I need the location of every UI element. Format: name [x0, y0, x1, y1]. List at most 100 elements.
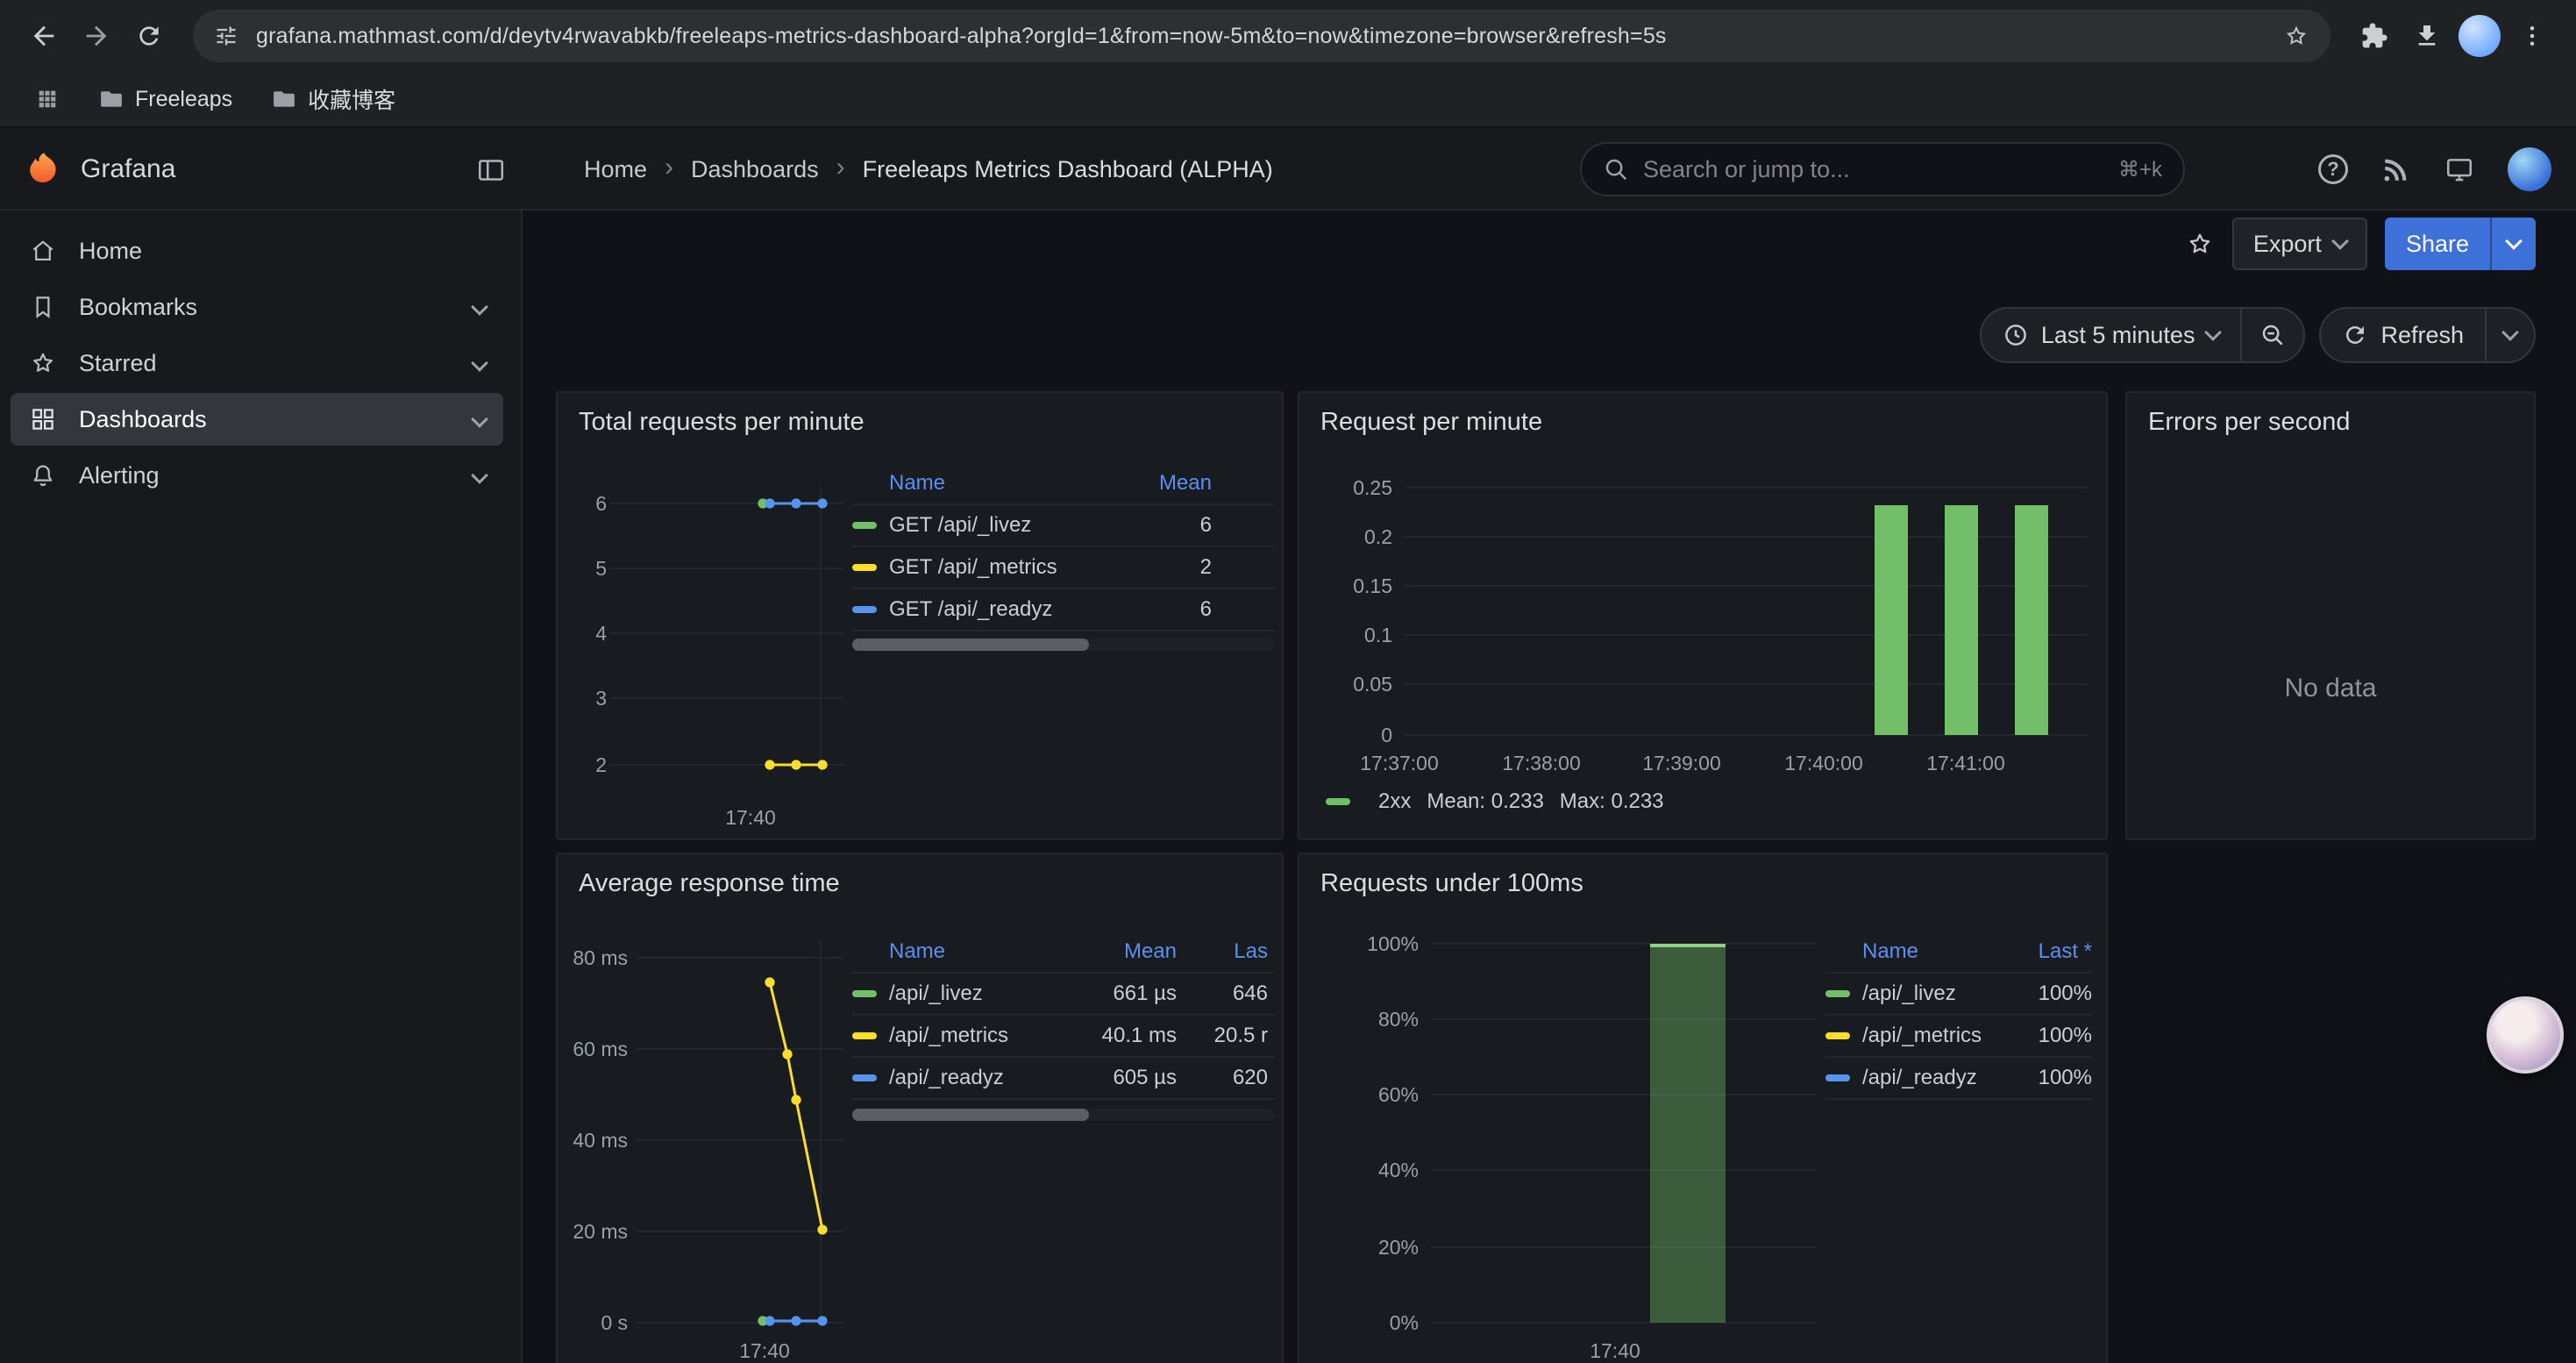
- browser-profile-button[interactable]: [2453, 10, 2506, 62]
- legend-scrollbar[interactable]: [852, 1109, 1275, 1121]
- series-color-swatch: [852, 522, 877, 529]
- sidebar-item-label: Alerting: [79, 462, 452, 489]
- floating-assistant-avatar[interactable]: [2487, 996, 2564, 1074]
- series-color-swatch: [852, 1032, 877, 1039]
- back-icon: [29, 21, 59, 51]
- panel-requests-under-100ms: Requests under 100ms 100% 80% 60% 40% 20…: [1298, 853, 2108, 1363]
- legend-col-name[interactable]: Name: [889, 939, 1047, 964]
- breadcrumb-separator: ›: [665, 154, 673, 181]
- url-text[interactable]: grafana.mathmast.com/d/deytv4rwavabkb/fr…: [256, 24, 2266, 49]
- legend-col-mean[interactable]: Mean: [1047, 939, 1177, 964]
- panel-title[interactable]: Average response time: [558, 854, 1282, 912]
- series-label[interactable]: /api/_livez: [889, 981, 1047, 1006]
- forward-button[interactable]: [70, 10, 123, 62]
- chevron-down-icon[interactable]: [471, 410, 488, 428]
- sidebar-toggle-button[interactable]: [470, 149, 512, 191]
- bookmark-icon: [28, 292, 58, 322]
- share-button[interactable]: Share: [2385, 218, 2490, 270]
- no-data-message: No data: [2127, 674, 2534, 703]
- help-button[interactable]: ?: [2318, 154, 2348, 184]
- app-body: Home Bookmarks Starred Dashboards Alerti…: [0, 211, 2576, 1363]
- star-icon: [28, 348, 58, 378]
- legend-col-name[interactable]: Name: [889, 471, 1089, 496]
- apps-shortcut[interactable]: [21, 82, 74, 117]
- series-label[interactable]: /api/_livez: [1862, 981, 2001, 1006]
- series-label[interactable]: GET /api/_metrics: [889, 555, 1089, 580]
- chevron-down-icon: [2205, 324, 2223, 341]
- search-input[interactable]: [1643, 156, 2104, 183]
- url-bar[interactable]: grafana.mathmast.com/d/deytv4rwavabkb/fr…: [193, 10, 2330, 62]
- browser-menu-button[interactable]: [2506, 10, 2558, 62]
- reload-icon: [135, 22, 163, 50]
- series-max: Max: 0.233: [1560, 789, 1664, 814]
- favorite-dashboard-button[interactable]: [2185, 229, 2215, 259]
- legend-header: Name Mean Las: [852, 931, 1275, 974]
- star-icon: [2185, 229, 2215, 259]
- kiosk-mode-button[interactable]: [2444, 154, 2474, 184]
- news-button[interactable]: [2381, 154, 2411, 184]
- extensions-button[interactable]: [2348, 10, 2401, 62]
- series-label[interactable]: /api/_metrics: [1862, 1024, 2001, 1048]
- downloads-button[interactable]: [2401, 10, 2453, 62]
- sidebar-item-label: Starred: [79, 350, 452, 377]
- user-avatar[interactable]: [2508, 147, 2551, 191]
- zoom-out-button[interactable]: [2242, 309, 2303, 361]
- scrollbar-thumb[interactable]: [852, 1109, 1089, 1121]
- legend-col-mean[interactable]: Mean: [1089, 471, 1212, 496]
- series-mean: 661 µs: [1047, 981, 1177, 1006]
- dashboards-grid-icon: [28, 404, 58, 434]
- bookmarks-bar: Freeleaps 收藏博客: [0, 72, 2576, 128]
- series-label[interactable]: /api/_readyz: [1862, 1066, 2001, 1090]
- export-button[interactable]: Export: [2232, 218, 2367, 270]
- panel-title[interactable]: Request per minute: [1299, 393, 2106, 451]
- series-label[interactable]: 2xx: [1378, 789, 1411, 814]
- panel-title[interactable]: Requests under 100ms: [1299, 854, 2106, 912]
- series-label[interactable]: /api/_readyz: [889, 1066, 1047, 1090]
- refresh-interval-dropdown[interactable]: [2487, 309, 2534, 361]
- chevron-down-icon[interactable]: [471, 298, 488, 316]
- reload-button[interactable]: [123, 10, 175, 62]
- refresh-button[interactable]: Refresh: [2321, 309, 2485, 361]
- back-button[interactable]: [18, 10, 70, 62]
- legend-col-last[interactable]: Last *: [2001, 939, 2092, 964]
- sidebar-item-home[interactable]: Home: [11, 225, 503, 277]
- panel-title[interactable]: Total requests per minute: [558, 393, 1282, 451]
- legend-scrollbar[interactable]: [852, 639, 1275, 651]
- sidebar-item-alerting[interactable]: Alerting: [11, 449, 503, 502]
- series-color-swatch: [1825, 990, 1850, 997]
- series-label[interactable]: GET /api/_livez: [889, 513, 1089, 538]
- series-label[interactable]: /api/_metrics: [889, 1024, 1047, 1048]
- home-icon: [28, 236, 58, 266]
- bookmark-folder-freeleaps[interactable]: Freeleaps: [84, 81, 246, 118]
- time-picker-group: Last 5 minutes: [1980, 307, 2306, 363]
- series-last: 646: [1177, 981, 1268, 1006]
- bookmark-folder-blogs[interactable]: 收藏博客: [257, 78, 409, 120]
- x-tick: 17:40: [739, 1338, 790, 1363]
- series-mean: 6: [1089, 513, 1212, 538]
- chevron-down-icon[interactable]: [471, 354, 488, 372]
- legend-row: /api/_metrics 100%: [1825, 1016, 2092, 1058]
- scrollbar-thumb[interactable]: [852, 639, 1089, 651]
- time-range-picker[interactable]: Last 5 minutes: [1982, 309, 2241, 361]
- legend-col-last[interactable]: Las: [1177, 939, 1268, 964]
- legend-table: Name Last * /api/_livez 100% /api/_metri…: [1825, 931, 2092, 1100]
- site-settings-icon[interactable]: [214, 24, 238, 48]
- search-box[interactable]: ⌘+k: [1580, 142, 2185, 196]
- chevron-down-icon[interactable]: [471, 467, 488, 484]
- bell-icon: [28, 460, 58, 490]
- apps-grid-icon: [35, 87, 60, 111]
- share-dropdown-button[interactable]: [2490, 218, 2536, 270]
- panel-title[interactable]: Errors per second: [2127, 393, 2534, 451]
- series-color-swatch: [1326, 798, 1350, 805]
- x-tick: 17:40: [1590, 1338, 1640, 1363]
- sidebar-item-starred[interactable]: Starred: [11, 337, 503, 389]
- legend-col-name[interactable]: Name: [1862, 939, 2001, 964]
- breadcrumb-home[interactable]: Home: [584, 156, 647, 183]
- sidebar-item-bookmarks[interactable]: Bookmarks: [11, 281, 503, 333]
- sidebar-item-label: Dashboards: [79, 406, 452, 433]
- bookmark-star-icon[interactable]: [2283, 23, 2309, 49]
- sidebar-item-dashboards[interactable]: Dashboards: [11, 393, 503, 446]
- header-icons: ?: [2318, 128, 2551, 211]
- series-label[interactable]: GET /api/_readyz: [889, 597, 1089, 622]
- breadcrumb-dashboards[interactable]: Dashboards: [691, 156, 819, 183]
